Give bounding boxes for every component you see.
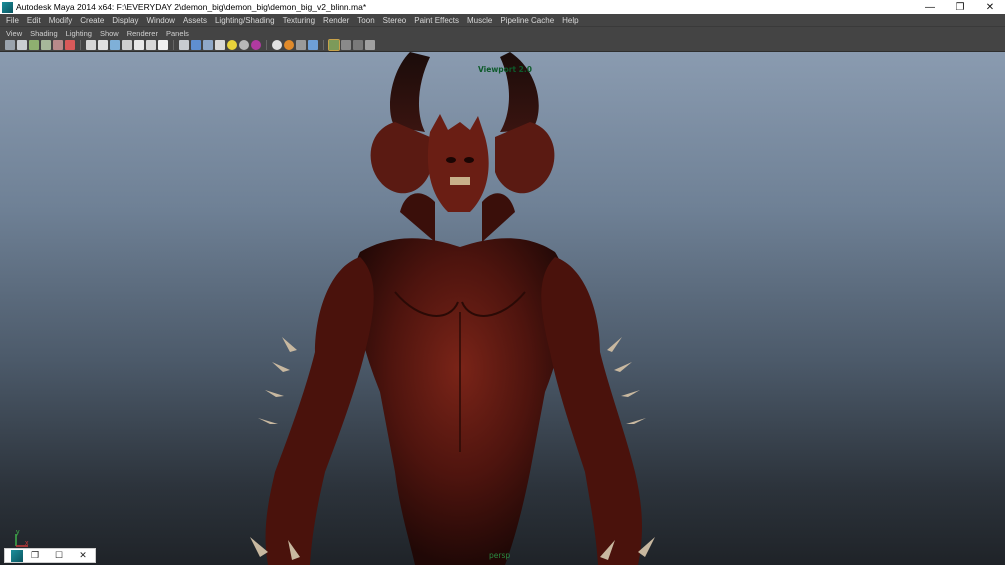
toolbar-separator (323, 40, 324, 50)
menu-texturing[interactable]: Texturing (279, 16, 319, 25)
main-menu-bar: File Edit Modify Create Display Window A… (0, 14, 1005, 27)
motion-blur-icon[interactable] (341, 40, 351, 50)
multisample-aa-icon[interactable] (353, 40, 363, 50)
toolbar-separator (173, 40, 174, 50)
wireframe-icon[interactable] (179, 40, 189, 50)
shadows-icon[interactable] (239, 40, 249, 50)
depth-of-field-icon[interactable] (365, 40, 375, 50)
backface-culling-icon[interactable] (308, 40, 318, 50)
ambient-occlusion-icon[interactable] (328, 39, 340, 51)
menu-window[interactable]: Window (143, 16, 179, 25)
gate-mask-icon[interactable] (122, 40, 132, 50)
demon-model[interactable] (0, 52, 1005, 565)
window-title-bar: Autodesk Maya 2014 x64: F:\EVERYDAY 2\de… (0, 0, 1005, 14)
textured-icon[interactable] (215, 40, 225, 50)
camera-name-label: persp (489, 551, 511, 560)
panel-menu-lighting[interactable]: Lighting (62, 29, 96, 38)
select-camera-icon[interactable] (17, 40, 27, 50)
viewport-renderer-label: Viewport 2.0 (478, 65, 532, 74)
toolbar-separator (80, 40, 81, 50)
menu-create[interactable]: Create (76, 16, 108, 25)
menu-toon[interactable]: Toon (353, 16, 378, 25)
bookmark-icon[interactable] (29, 40, 39, 50)
menu-pipeline-cache[interactable]: Pipeline Cache (496, 16, 558, 25)
panel-menu-view[interactable]: View (2, 29, 26, 38)
axis-y-label: y (16, 529, 20, 536)
panel-menu-bar: View Shading Lighting Show Renderer Pane… (0, 27, 1005, 39)
safe-action-icon[interactable] (146, 40, 156, 50)
image-plane-icon[interactable] (41, 40, 51, 50)
minimize-button[interactable]: — (915, 0, 945, 14)
menu-render[interactable]: Render (319, 16, 353, 25)
menu-paint-effects[interactable]: Paint Effects (410, 16, 463, 25)
safe-title-icon[interactable] (158, 40, 168, 50)
menu-file[interactable]: File (2, 16, 23, 25)
xray-icon[interactable] (272, 40, 282, 50)
mini-maximize-button[interactable]: ☐ (47, 549, 71, 562)
grid-icon[interactable] (86, 40, 96, 50)
menu-display[interactable]: Display (108, 16, 142, 25)
two-d-pan-zoom-icon[interactable] (53, 40, 63, 50)
toolbar-separator (266, 40, 267, 50)
mini-restore-button[interactable]: ❐ (23, 549, 47, 562)
window-title: Autodesk Maya 2014 x64: F:\EVERYDAY 2\de… (16, 2, 367, 12)
high-quality-icon[interactable] (251, 40, 261, 50)
wireframe-on-shaded-icon[interactable] (203, 40, 213, 50)
window-controls: — ❐ ✕ (915, 0, 1005, 14)
xray-joints-icon[interactable] (284, 40, 294, 50)
axis-x-label: x (25, 540, 29, 547)
restore-button[interactable]: ❐ (945, 0, 975, 14)
smooth-shade-icon[interactable] (191, 40, 201, 50)
panel-toolbar (0, 39, 1005, 52)
resolution-gate-icon[interactable] (110, 40, 120, 50)
menu-assets[interactable]: Assets (179, 16, 211, 25)
close-button[interactable]: ✕ (975, 0, 1005, 14)
viewport-panel[interactable]: Viewport 2.0 persp y x (0, 52, 1005, 565)
mini-close-button[interactable]: ✕ (71, 549, 95, 562)
isolate-select-icon[interactable] (296, 40, 306, 50)
menu-edit[interactable]: Edit (23, 16, 45, 25)
maya-logo-icon (2, 1, 13, 13)
menu-modify[interactable]: Modify (45, 16, 77, 25)
film-gate-icon[interactable] (98, 40, 108, 50)
use-all-lights-icon[interactable] (227, 40, 237, 50)
panel-menu-show[interactable]: Show (96, 29, 123, 38)
menu-lighting-shading[interactable]: Lighting/Shading (211, 16, 279, 25)
field-chart-icon[interactable] (134, 40, 144, 50)
camera-attributes-icon[interactable] (5, 40, 15, 50)
menu-stereo[interactable]: Stereo (379, 16, 411, 25)
grease-pencil-icon[interactable] (65, 40, 75, 50)
menu-muscle[interactable]: Muscle (463, 16, 496, 25)
menu-help[interactable]: Help (558, 16, 582, 25)
minimized-window[interactable]: ❐ ☐ ✕ (4, 548, 96, 563)
panel-menu-panels[interactable]: Panels (162, 29, 193, 38)
panel-menu-shading[interactable]: Shading (26, 29, 62, 38)
panel-menu-renderer[interactable]: Renderer (123, 29, 162, 38)
maya-mini-icon (11, 549, 23, 562)
